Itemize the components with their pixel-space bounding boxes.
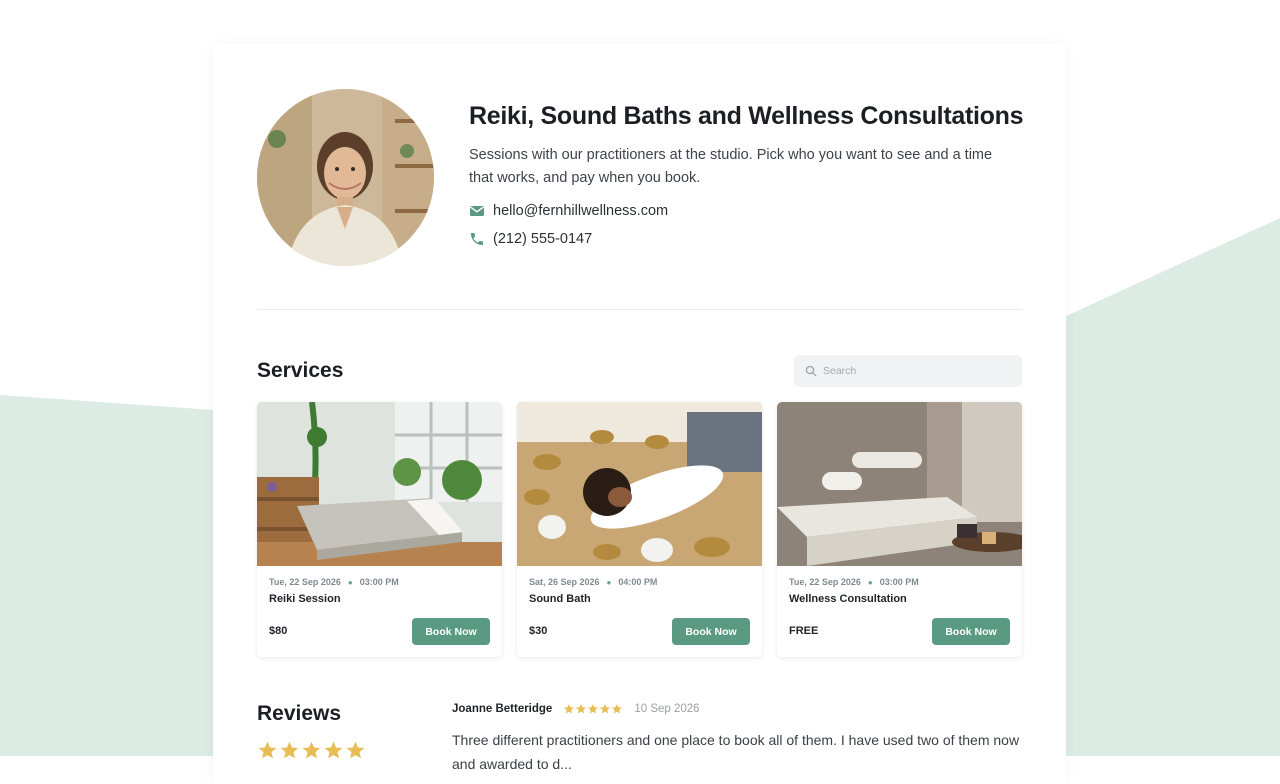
page-title: Reiki, Sound Baths and Wellness Consulta… xyxy=(469,102,1024,130)
service-time: 04:00 PM xyxy=(618,577,658,587)
average-rating-stars xyxy=(257,740,366,761)
service-name: Wellness Consultation xyxy=(789,593,907,605)
star-icon xyxy=(280,741,299,759)
review-date: 10 Sep 2026 xyxy=(634,703,700,715)
review-header: Joanne Betteridge 10 Sep 2026 xyxy=(452,703,700,715)
star-icon xyxy=(346,741,365,759)
search-box[interactable] xyxy=(794,355,1022,387)
search-icon xyxy=(805,365,817,377)
service-price: $30 xyxy=(529,625,548,637)
service-price: FREE xyxy=(789,625,819,637)
contact-email[interactable]: hello@fernhillwellness.com xyxy=(469,203,668,219)
email-icon xyxy=(469,203,485,219)
service-date: Tue, 22 Sep 2026 xyxy=(269,577,341,587)
service-date: Tue, 22 Sep 2026 xyxy=(789,577,861,587)
phone-icon xyxy=(469,231,485,247)
sound-bath-image xyxy=(517,402,762,566)
service-card-wellness-consultation[interactable]: Tue, 22 Sep 2026 ● 03:00 PM Wellness Con… xyxy=(777,402,1022,657)
book-now-button[interactable]: Book Now xyxy=(412,618,490,645)
wellness-room-image xyxy=(777,402,1022,566)
star-icon xyxy=(324,741,343,759)
star-icon xyxy=(588,704,599,714)
service-time: 03:00 PM xyxy=(879,577,919,587)
star-icon xyxy=(576,704,587,714)
avatar xyxy=(257,89,434,266)
divider xyxy=(257,309,1022,310)
search-input[interactable] xyxy=(823,365,1003,377)
separator-dot-icon: ● xyxy=(347,577,353,587)
book-now-button[interactable]: Book Now xyxy=(932,618,1010,645)
profile-page: Reiki, Sound Baths and Wellness Consulta… xyxy=(213,44,1066,784)
review-text: Three different practitioners and one pl… xyxy=(452,732,1020,772)
review-author: Joanne Betteridge xyxy=(452,703,553,715)
phone-text[interactable]: (212) 555-0147 xyxy=(493,231,592,247)
service-datetime: Tue, 22 Sep 2026 ● 03:00 PM xyxy=(789,577,919,587)
email-text[interactable]: hello@fernhillwellness.com xyxy=(493,203,668,219)
service-name: Sound Bath xyxy=(529,593,591,605)
star-icon xyxy=(258,741,277,759)
page-description: Sessions with our practitioners at the s… xyxy=(469,147,993,186)
service-datetime: Sat, 26 Sep 2026 ● 04:00 PM xyxy=(529,577,657,587)
separator-dot-icon: ● xyxy=(606,577,612,587)
review-rating-stars xyxy=(563,703,623,715)
services-heading: Services xyxy=(257,359,344,382)
book-now-button[interactable]: Book Now xyxy=(672,618,750,645)
separator-dot-icon: ● xyxy=(867,577,873,587)
star-icon xyxy=(302,741,321,759)
reviews-heading: Reviews xyxy=(257,702,342,725)
star-icon xyxy=(600,704,611,714)
service-price: $80 xyxy=(269,625,288,637)
service-time: 03:00 PM xyxy=(359,577,399,587)
service-card-sound-bath[interactable]: Sat, 26 Sep 2026 ● 04:00 PM Sound Bath $… xyxy=(517,402,762,657)
service-datetime: Tue, 22 Sep 2026 ● 03:00 PM xyxy=(269,577,399,587)
reiki-room-image xyxy=(257,402,502,566)
star-icon xyxy=(564,704,575,714)
service-date: Sat, 26 Sep 2026 xyxy=(529,577,600,587)
star-icon xyxy=(612,704,623,714)
contact-phone[interactable]: (212) 555-0147 xyxy=(469,231,592,247)
service-card-reiki[interactable]: Tue, 22 Sep 2026 ● 03:00 PM Reiki Sessio… xyxy=(257,402,502,657)
service-name: Reiki Session xyxy=(269,593,341,605)
practitioner-portrait-icon xyxy=(257,89,434,266)
